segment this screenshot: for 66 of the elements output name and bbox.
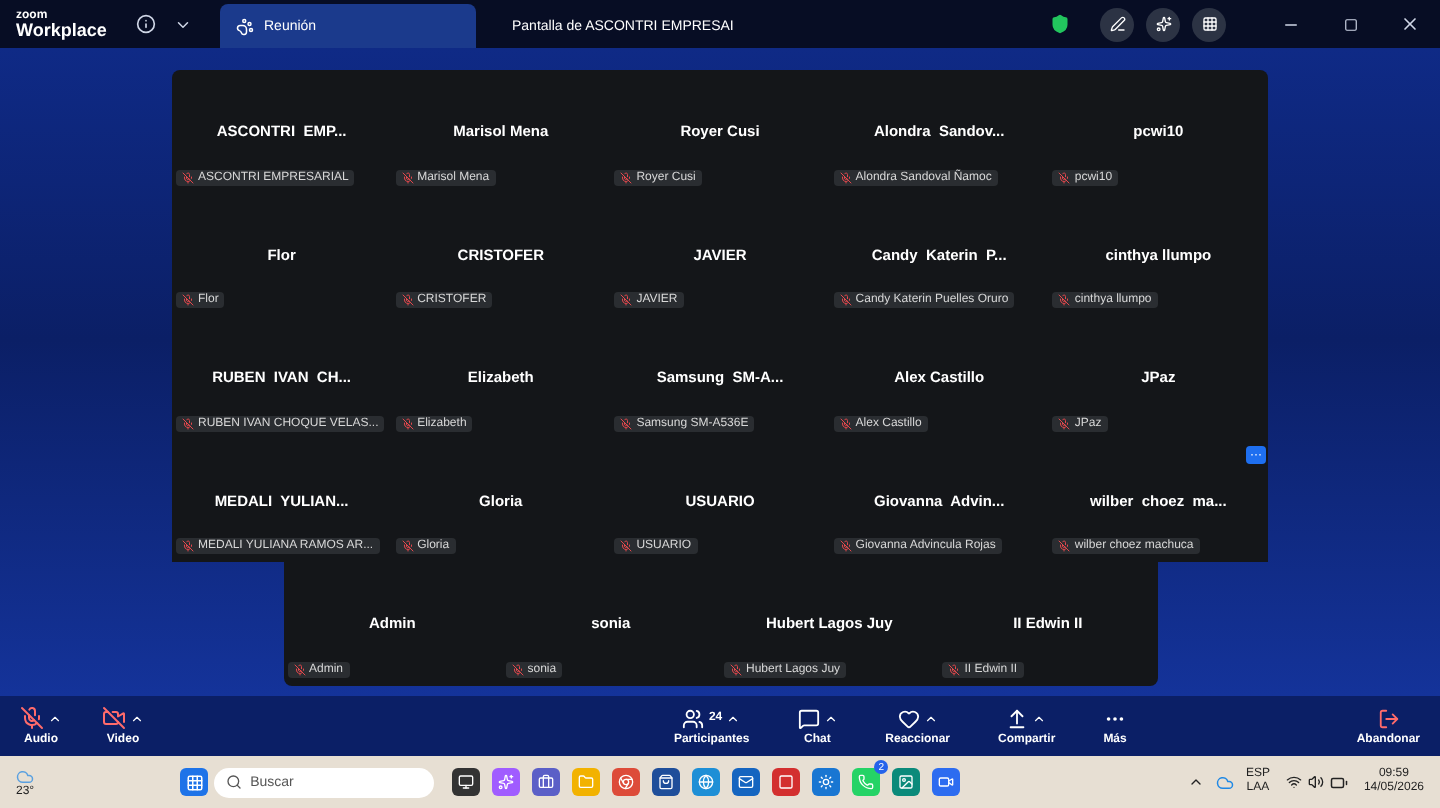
muted-mic-icon <box>401 540 414 552</box>
start-button[interactable] <box>180 768 209 796</box>
muted-mic-icon <box>620 171 633 183</box>
info-icon[interactable] <box>136 14 156 34</box>
exit-icon <box>1377 707 1400 729</box>
muted-mic-icon <box>1058 171 1071 183</box>
apps-button[interactable] <box>1192 7 1226 41</box>
caret-icon[interactable] <box>923 711 938 725</box>
muted-mic-icon <box>401 417 414 429</box>
pen-icon <box>1109 16 1125 32</box>
restore-icon[interactable] <box>1343 17 1357 31</box>
muted-mic-icon <box>620 540 633 552</box>
image-icon[interactable] <box>892 768 921 796</box>
muted-mic-icon <box>839 294 852 306</box>
sparkle-icon[interactable] <box>492 768 521 796</box>
muted-mic-icon <box>1058 294 1071 306</box>
caret-icon[interactable] <box>130 711 144 725</box>
muted-mic-icon <box>620 417 633 429</box>
muted-mic-icon <box>182 294 194 306</box>
muted-mic-icon <box>839 540 852 552</box>
people-icon <box>682 707 705 729</box>
mail-icon[interactable] <box>732 768 761 796</box>
briefcase-icon[interactable] <box>532 768 561 796</box>
search-icon <box>226 774 243 790</box>
shield-icon[interactable] <box>1050 14 1070 34</box>
share-icon <box>1006 707 1029 729</box>
muted-mic-icon <box>1058 540 1071 552</box>
sun-icon[interactable] <box>812 768 841 796</box>
caret-icon[interactable] <box>726 711 741 725</box>
caret-icon[interactable] <box>1187 774 1204 790</box>
muted-mic-icon <box>1058 417 1071 429</box>
muted-mic-icon <box>948 663 961 675</box>
browser-icon[interactable] <box>612 768 641 796</box>
square-icon[interactable] <box>772 768 801 796</box>
heart-icon <box>897 707 920 729</box>
chat-icon <box>797 707 820 729</box>
muted-mic-icon <box>182 540 194 552</box>
video-app-icon[interactable] <box>932 768 961 796</box>
cloud-icon[interactable] <box>1215 773 1234 791</box>
wifi-icon[interactable] <box>1285 774 1302 790</box>
battery-icon[interactable] <box>1329 773 1348 791</box>
bag-icon[interactable] <box>652 768 681 796</box>
muted-mic-icon <box>839 171 852 183</box>
muted-mic-icon <box>401 294 414 306</box>
speaker-icon[interactable] <box>1307 774 1324 790</box>
caret-icon[interactable] <box>823 711 838 725</box>
muted-mic-icon <box>620 294 633 306</box>
muted-mic-icon <box>182 171 194 183</box>
sparkle-button[interactable] <box>1146 7 1180 41</box>
window-icon[interactable] <box>452 768 481 796</box>
caret-icon[interactable] <box>1032 711 1047 725</box>
muted-mic-icon <box>730 663 742 675</box>
muted-mic-icon <box>20 706 44 730</box>
muted-mic-icon <box>839 417 852 429</box>
caret-icon[interactable] <box>48 711 62 725</box>
paw-icon <box>236 17 254 35</box>
muted-mic-icon <box>182 417 194 429</box>
grid-icon <box>1201 16 1217 32</box>
annotate-button[interactable] <box>1100 7 1134 41</box>
muted-mic-icon <box>293 663 305 675</box>
globe-icon[interactable] <box>692 768 721 796</box>
muted-mic-icon <box>511 663 524 675</box>
muted-mic-icon <box>401 171 414 183</box>
close-icon[interactable] <box>1400 14 1420 34</box>
sparkle-icon <box>1155 16 1171 32</box>
video-off-icon <box>102 706 126 730</box>
